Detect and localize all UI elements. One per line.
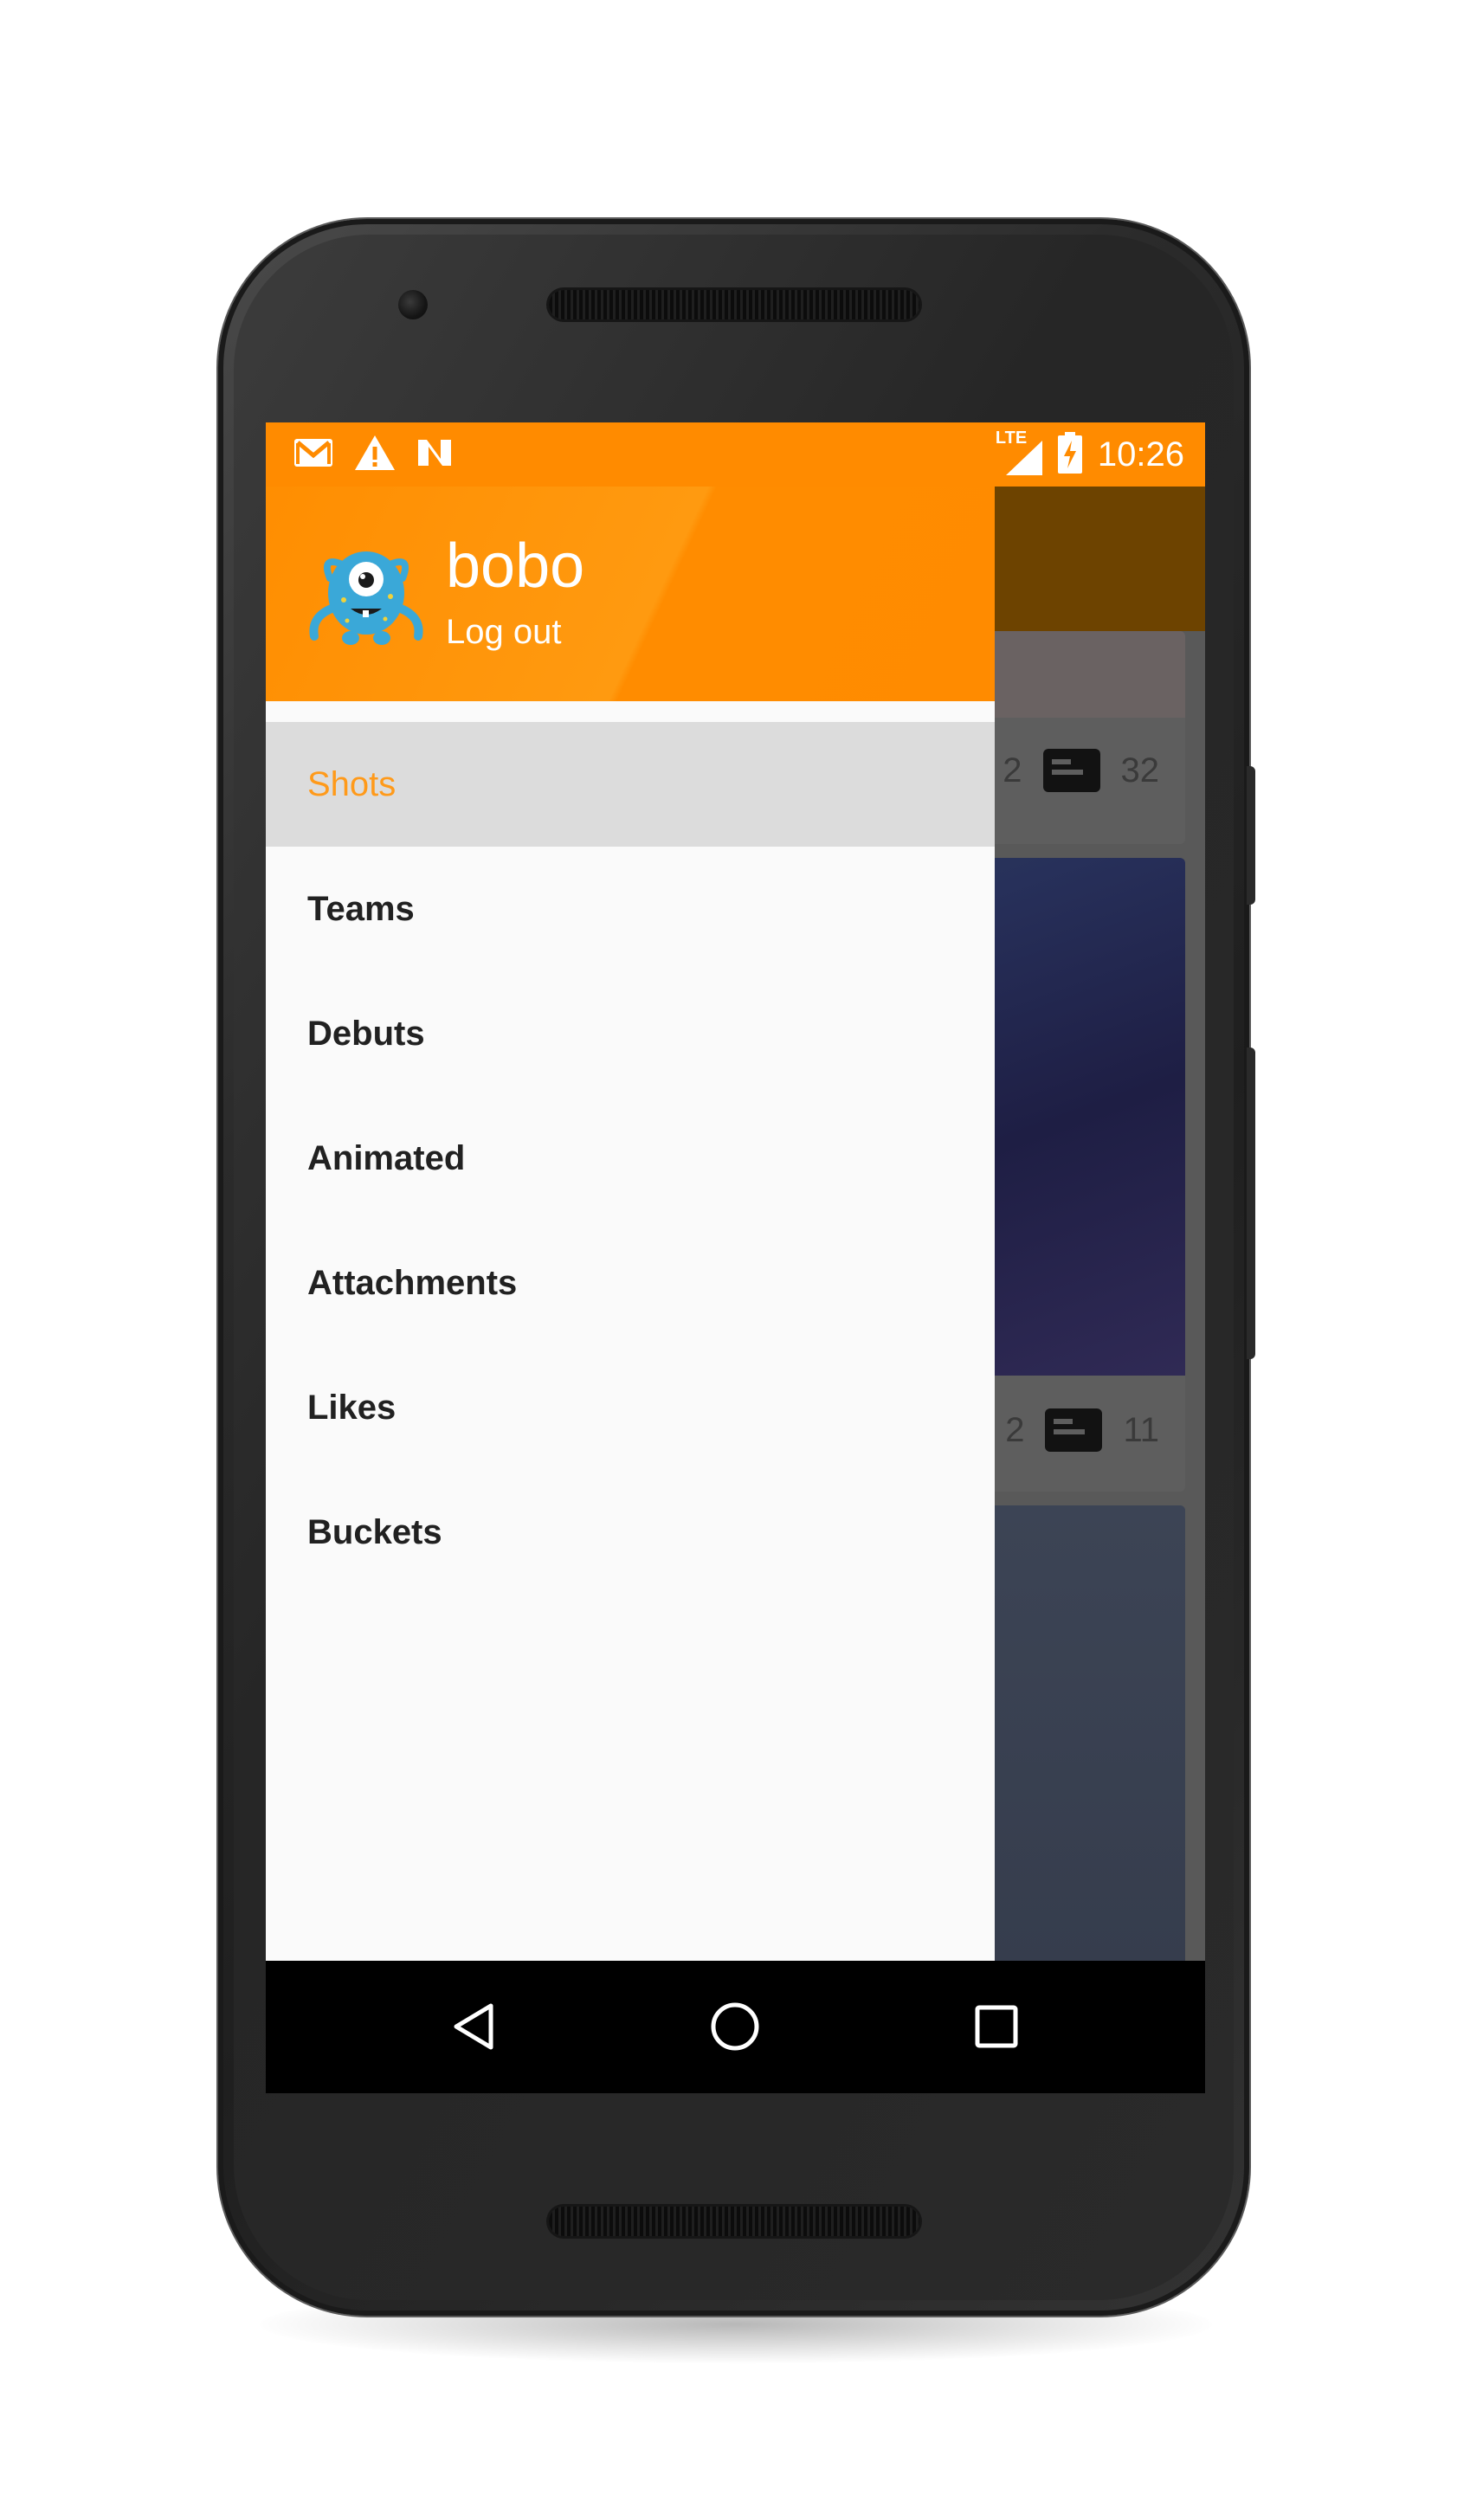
- screen: LTE 10:26 2 32 2 11 bobo Log out Shots T…: [266, 422, 1205, 2093]
- card-stats: 2 32: [1003, 749, 1159, 792]
- menu-item-shots[interactable]: Shots: [266, 722, 995, 847]
- partial-count: 2: [1005, 1410, 1025, 1449]
- top-speaker: [549, 290, 919, 319]
- comment-count: 11: [1123, 1410, 1159, 1449]
- menu-item-attachments[interactable]: Attachments: [266, 1221, 995, 1345]
- back-icon[interactable]: [449, 2001, 501, 2053]
- menu-item-animated[interactable]: Animated: [266, 1096, 995, 1221]
- menu-item-likes[interactable]: Likes: [266, 1345, 995, 1470]
- comment-count: 32: [1120, 751, 1160, 790]
- drawer-menu: Shots Teams Debuts Animated Attachments …: [266, 722, 995, 1595]
- card-stats: 2 11: [1005, 1408, 1159, 1452]
- home-icon[interactable]: [709, 2001, 761, 2053]
- bottom-speaker: [549, 2207, 919, 2236]
- recents-icon[interactable]: [970, 2001, 1022, 2053]
- menu-item-teams[interactable]: Teams: [266, 847, 995, 971]
- comment-icon: [1042, 749, 1100, 792]
- user-name: bobo: [446, 532, 585, 601]
- signal-icon: LTE: [996, 429, 1042, 475]
- volume-rocker: [1247, 1047, 1255, 1359]
- power-button: [1247, 766, 1255, 905]
- battery-charging-icon: [1057, 431, 1082, 478]
- avatar[interactable]: [306, 531, 427, 652]
- status-time: 10:26: [1097, 435, 1184, 474]
- network-type: LTE: [995, 429, 1028, 448]
- logout-link[interactable]: Log out: [446, 615, 561, 649]
- warning-icon: [354, 435, 396, 475]
- front-camera: [398, 290, 428, 319]
- menu-item-buckets[interactable]: Buckets: [266, 1470, 995, 1595]
- menu-item-debuts[interactable]: Debuts: [266, 971, 995, 1096]
- comment-icon: [1045, 1408, 1103, 1452]
- navigation-drawer: bobo Log out Shots Teams Debuts Animated…: [266, 422, 995, 1961]
- partial-count: 2: [1003, 751, 1022, 790]
- gmail-icon: [293, 438, 333, 472]
- status-bar: LTE 10:26: [266, 422, 1205, 487]
- n-icon: [416, 436, 455, 474]
- navigation-bar: [266, 1961, 1205, 2093]
